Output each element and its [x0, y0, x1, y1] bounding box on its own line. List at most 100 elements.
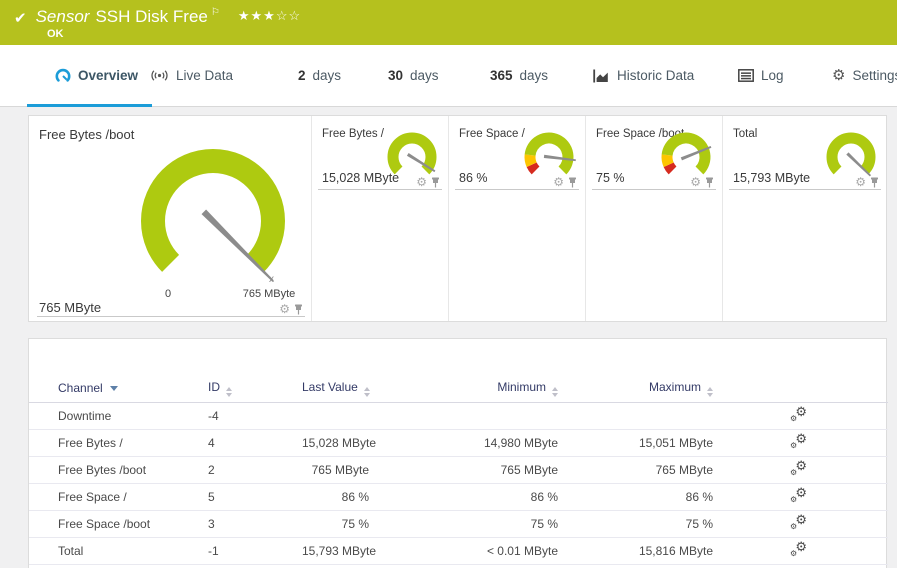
channel-row-downtime[interactable]: Downtime -4 ⚙ ⚙: [29, 402, 888, 430]
sensor-header-bar: ✔ Sensor SSH Disk Free ⚐ ★★★☆☆ OK: [0, 0, 897, 45]
channel-name: Total: [29, 537, 199, 565]
pin-icon[interactable]: [705, 177, 714, 188]
channel-maximum: 75 %: [565, 510, 720, 538]
channel-minimum: 765 MByte: [375, 456, 565, 484]
channel-actions-cell: ⚙ ⚙: [720, 456, 888, 484]
tab-label: Overview: [78, 68, 139, 83]
channel-row-free-space[interactable]: Free Space /5 86 % 86 % 86 % ⚙ ⚙: [29, 483, 888, 511]
priority-stars[interactable]: ★★★☆☆: [238, 8, 301, 24]
tab-365-days[interactable]: 365 days: [490, 45, 548, 106]
channel-last-value: 15,793 MByte: [302, 537, 376, 565]
channel-gauge-value: 15,028 MByte: [322, 171, 400, 185]
historic-icon: [593, 69, 610, 83]
tile-divider-line: [455, 189, 579, 190]
sort-toggle-icon[interactable]: [363, 386, 370, 397]
channel-settings-icon[interactable]: ⚙ ⚙: [790, 459, 807, 477]
channel-settings-icon[interactable]: ⚙ ⚙: [790, 486, 807, 504]
channel-last-value: 15,028 MByte: [302, 429, 376, 457]
gear-icon[interactable]: ⚙: [416, 176, 427, 188]
channel-last-value: 86 %: [302, 483, 375, 511]
channel-row-free-bytes[interactable]: Free Bytes /4 15,028 MByte 14,980 MByte 15,…: [29, 429, 888, 457]
tab-log[interactable]: Log: [738, 45, 784, 106]
flag-icon[interactable]: ⚐: [211, 7, 220, 18]
channel-name: Downtime: [29, 402, 199, 430]
tile-actions: ⚙: [855, 176, 879, 188]
channel-name: Free Bytes /boot: [29, 456, 199, 484]
column-header-minimum[interactable]: Minimum: [375, 375, 565, 403]
channel-actions-cell: ⚙ ⚙: [720, 429, 888, 457]
stars-empty[interactable]: ☆☆: [276, 8, 301, 23]
sort-desc-icon[interactable]: [109, 386, 118, 392]
tile-divider-line: [729, 189, 881, 190]
column-header-last-value[interactable]: Last Value: [302, 375, 375, 403]
tile-actions: ⚙: [690, 176, 714, 188]
channel-gauge-title: Free Bytes /: [322, 128, 384, 140]
tab-label: days: [312, 68, 342, 83]
channel-actions-cell: ⚙ ⚙: [720, 402, 888, 430]
gauge-tile-free-space[interactable]: Free Space / 86 % ⚙: [448, 116, 585, 321]
live-icon: [150, 68, 169, 83]
channel-maximum: 86 %: [565, 483, 720, 511]
gear-icon[interactable]: ⚙: [855, 176, 866, 188]
channel-row-total[interactable]: Total -1 15,793 MByte < 0.01 MByte 15,816 MB…: [29, 537, 888, 565]
tab-label: days: [410, 68, 439, 83]
tab-30-days[interactable]: 30 days: [388, 45, 439, 106]
gauge-needle-tip-marker: x: [269, 274, 274, 285]
channel-id: -1: [199, 537, 302, 565]
column-header-id[interactable]: ID: [199, 375, 302, 403]
gauges-panel: Free Bytes /boot 0 765 MByte x 765 MByte…: [28, 115, 887, 322]
pin-icon[interactable]: [870, 177, 879, 188]
gauge-scale-min: 0: [164, 288, 172, 300]
channel-maximum: 15,816 MByte: [565, 537, 720, 565]
channel-settings-icon[interactable]: ⚙ ⚙: [790, 405, 807, 423]
sort-toggle-icon[interactable]: [226, 386, 232, 397]
primary-channel-value: 765 MByte: [39, 300, 102, 315]
log-icon: [738, 69, 754, 82]
gear-icon[interactable]: ⚙: [553, 176, 564, 188]
tab-label: days: [519, 68, 549, 83]
channel-id: 4: [199, 429, 302, 457]
column-header-actions: [720, 375, 888, 403]
primary-channel-title: Free Bytes /boot: [39, 127, 135, 142]
channel-settings-icon[interactable]: ⚙ ⚙: [790, 432, 807, 450]
channel-minimum: [375, 402, 565, 430]
channel-last-value: [302, 402, 375, 430]
stars-filled[interactable]: ★★★: [238, 8, 276, 23]
sort-toggle-icon[interactable]: [707, 386, 713, 397]
sort-toggle-icon[interactable]: [552, 386, 558, 397]
tab-2-days[interactable]: 2 days: [298, 45, 341, 106]
gear-icon[interactable]: ⚙: [279, 303, 290, 315]
tab-live-data[interactable]: Live Data: [150, 45, 233, 106]
tab-historic-data[interactable]: Historic Data: [593, 45, 694, 106]
sensor-status-badge: OK: [47, 28, 64, 40]
tab-number: 365: [490, 68, 513, 83]
column-header-channel[interactable]: Channel: [29, 375, 199, 403]
channels-table: Channel ID Last Value Minimum Maximum Downti…: [29, 375, 888, 565]
channel-settings-icon[interactable]: ⚙ ⚙: [790, 513, 807, 531]
primary-channel-gauge-tile[interactable]: Free Bytes /boot 0 765 MByte x 765 MByte…: [29, 116, 311, 321]
gear-icon[interactable]: ⚙: [690, 176, 701, 188]
tab-number: 2: [298, 68, 306, 83]
pin-icon[interactable]: [294, 304, 303, 315]
column-header-maximum[interactable]: Maximum: [565, 375, 720, 403]
column-header-label: Minimum: [497, 379, 546, 394]
gauge-tile-total[interactable]: Total 15,793 MByte ⚙: [722, 116, 887, 321]
channel-row-free-bytes-boot[interactable]: Free Bytes /boot 2 765 MByte 765 MByte 765 M…: [29, 456, 888, 484]
tile-divider-line: [318, 189, 442, 190]
column-header-label: ID: [208, 379, 220, 394]
channel-id: 2: [199, 456, 302, 484]
tab-overview[interactable]: Overview: [26, 45, 153, 107]
gauge-tile-free-space-boot[interactable]: Free Space /boot 75 % ⚙: [585, 116, 722, 321]
tab-settings[interactable]: ⚙ Settings: [832, 45, 897, 106]
channel-last-value: 765 MByte: [302, 456, 375, 484]
gauge-tile-free-bytes[interactable]: Free Bytes / 15,028 MByte ⚙: [311, 116, 448, 321]
channel-settings-icon[interactable]: ⚙ ⚙: [790, 540, 807, 558]
channel-row-free-space-boot[interactable]: Free Space /boot 3 75 % 75 % 75 % ⚙ ⚙: [29, 510, 888, 538]
channels-table-header-row: Channel ID Last Value Minimum Maximum: [29, 375, 888, 403]
pin-icon[interactable]: [568, 177, 577, 188]
pin-icon[interactable]: [431, 177, 440, 188]
channel-name: Free Space /: [29, 483, 199, 511]
status-ok-check-icon: ✔: [14, 10, 27, 27]
sensor-title: SSH Disk Free: [95, 7, 208, 26]
sensor-title-prefix: Sensor: [35, 7, 90, 26]
